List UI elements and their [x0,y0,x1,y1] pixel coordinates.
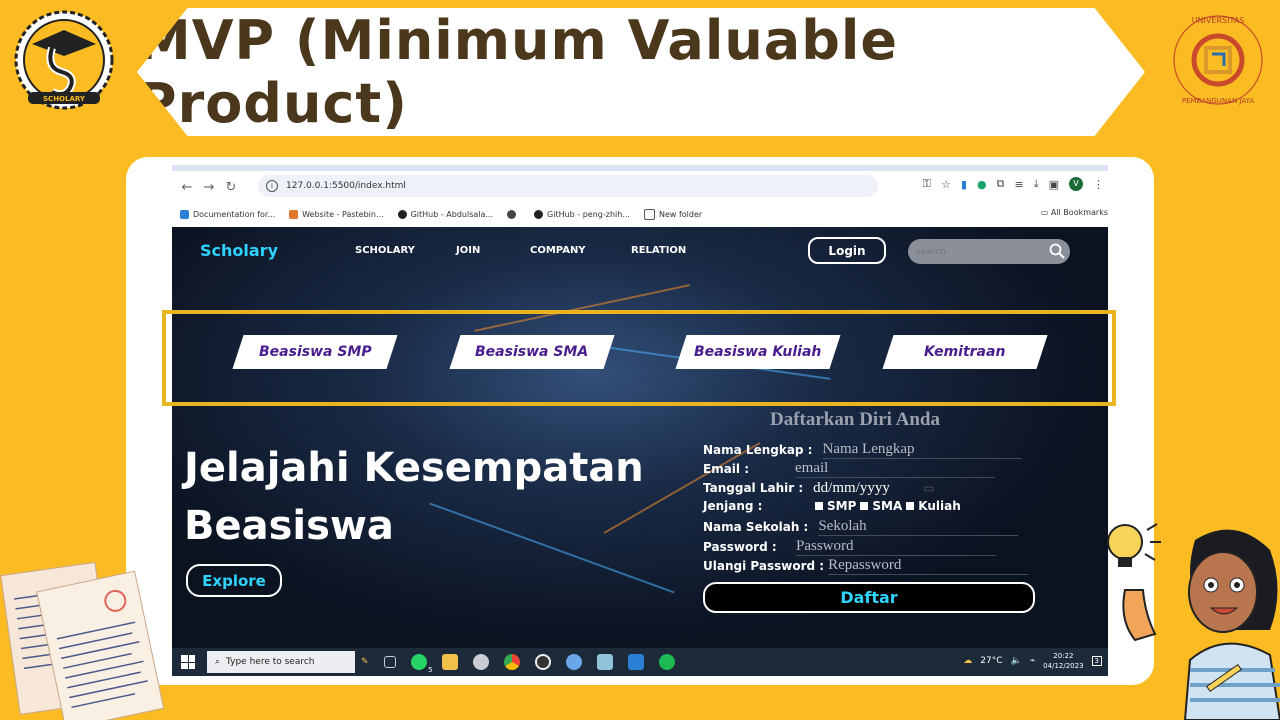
vscode-taskbar-icon[interactable] [627,654,644,670]
login-button[interactable]: Login [808,237,886,264]
email-field[interactable]: email [795,459,995,478]
system-tray: ☁ 27°C 🔈 ⌁ 20:22 04/12/2023 3 [963,651,1102,671]
github-icon [534,209,544,219]
tab-strip [172,165,1108,171]
daftar-button[interactable]: Daftar [703,582,1035,613]
weather-icon[interactable]: ☁ [963,656,972,666]
svg-text:PEMBANGUNAN JAYA: PEMBANGUNAN JAYA [1182,97,1254,105]
url-text: 127.0.0.1:5500/index.html [286,181,406,191]
bookmark-item[interactable]: Documentation for... [180,209,275,219]
bookmark-folder[interactable]: New folder [643,208,702,220]
extension-blue-icon[interactable]: ▮ [961,178,967,191]
download-icon[interactable]: ⤓ [1034,177,1039,191]
explore-button[interactable]: Explore [186,564,282,597]
form-row-name: Nama Lengkap : Nama Lengkap [703,440,1023,459]
windows-start-icon[interactable] [181,655,195,669]
paint-icon[interactable] [565,654,582,670]
form-row-email: Email : email [703,459,995,478]
notes-icon[interactable] [596,654,613,670]
nav-company[interactable]: COMPANY [530,245,586,256]
nav-join[interactable]: JOIN [456,245,480,256]
slide-title: MVP (Minimum Valuable Product) [137,9,899,135]
app-icon[interactable] [472,654,489,670]
globe-icon [507,209,517,219]
pastebin-icon [289,209,299,219]
form-row-repassword: Ulangi Password : Repassword [703,556,1029,575]
search-icon[interactable] [1048,242,1066,260]
vscode-icon [180,209,189,219]
bookmarks-bar: Documentation for... Website - Pastebin.… [172,203,1108,225]
school-field[interactable]: Sekolah [818,517,1019,536]
search-input[interactable] [914,245,1048,258]
github-icon [397,209,407,219]
checkbox-kuliah[interactable] [906,502,915,510]
extensions-puzzle-icon[interactable]: ⧉ [997,177,1005,191]
back-icon[interactable]: ← [176,180,198,195]
scholary-logo: SCHOLARY [14,10,114,110]
form-title: Daftarkan Diri Anda [770,409,940,430]
address-bar[interactable]: i 127.0.0.1:5500/index.html [258,175,878,197]
folder-icon [643,208,655,220]
windows-taskbar: ⌕ Type here to search ✎ 5 ☁ 27°C 🔈 ⌁ 20:… [172,648,1108,676]
checkbox-sma[interactable] [860,502,869,510]
bookmark-item[interactable]: Website - Pastebin... [289,209,384,219]
documents-illustration [0,561,165,720]
widgets-icon[interactable]: ✎ [361,657,369,667]
bookmark-item[interactable] [507,209,520,219]
browser-window: ← → ↻ i 127.0.0.1:5500/index.html ⚿ ☆ ▮ … [172,165,1108,676]
task-view-icon[interactable] [383,656,396,668]
media-icon[interactable]: ≡ [1015,178,1024,191]
form-row-school: Nama Sekolah : Sekolah [703,517,1019,536]
nav-scholary[interactable]: SCHOLARY [355,245,415,256]
site-search [908,239,1070,264]
spotify-icon[interactable] [658,654,675,670]
password-field[interactable]: Password [796,537,996,556]
volume-icon[interactable]: 🔈 [1011,656,1022,666]
media-player-icon[interactable] [534,654,551,670]
repassword-field[interactable]: Repassword [828,556,1029,575]
browser-toolbar-icons: ⚿ ☆ ▮ ● ⧉ ≡ ⤓ ▣ V ⋮ [923,177,1104,191]
highlight-frame [162,310,1116,406]
bookmark-star-icon[interactable]: ☆ [941,178,951,191]
site-brand[interactable]: Scholary [200,241,278,260]
side-panel-icon[interactable]: ▣ [1049,178,1059,191]
nav-relation[interactable]: RELATION [631,245,686,256]
form-row-level: Jenjang : SMP SMA Kuliah [703,499,961,513]
girl-idea-illustration [1107,523,1280,720]
all-bookmarks[interactable]: ▭ All Bookmarks [1041,208,1108,217]
file-explorer-icon[interactable] [441,654,458,670]
search-icon: ⌕ [215,657,221,667]
dob-field[interactable]: dd/mm/yyyy [813,479,923,497]
site-info-icon[interactable]: i [266,180,278,192]
taskbar-search[interactable]: ⌕ Type here to search [207,651,355,673]
university-logo: UNIVERSITAS PEMBANGUNAN JAYA [1173,15,1263,105]
key-icon[interactable]: ⚿ [923,177,931,191]
slide-title-banner: MVP (Minimum Valuable Product) [137,8,1145,136]
svg-text:SCHOLARY: SCHOLARY [43,95,86,103]
profile-avatar[interactable]: V [1069,177,1083,191]
browser-chrome: ← → ↻ i 127.0.0.1:5500/index.html ⚿ ☆ ▮ … [172,165,1108,227]
weather-temp[interactable]: 27°C [980,656,1002,666]
reload-icon[interactable]: ↻ [220,180,242,195]
bookmark-item[interactable]: GitHub - Abdulsala... [397,209,493,219]
extension-green-icon[interactable]: ● [977,178,987,191]
website-viewport: Scholary SCHOLARY JOIN COMPANY RELATION … [172,227,1108,648]
checkbox-smp[interactable] [815,502,823,510]
network-icon[interactable]: ⌁ [1030,656,1035,666]
menu-icon[interactable]: ⋮ [1093,178,1104,191]
form-row-password: Password : Password [703,537,996,556]
svg-text:UNIVERSITAS: UNIVERSITAS [1192,16,1245,25]
name-field[interactable]: Nama Lengkap [822,440,1023,459]
calendar-icon[interactable]: ▭ [923,481,934,495]
hero-heading: Jelajahi Kesempatan Beasiswa [184,445,644,549]
taskbar-clock[interactable]: 20:22 04/12/2023 [1043,651,1083,671]
bookmark-item[interactable]: GitHub - peng-zhih... [534,209,630,219]
chrome-icon[interactable] [503,654,520,670]
whatsapp-icon[interactable]: 5 [410,654,433,674]
forward-icon[interactable]: → [198,180,220,195]
form-row-dob: Tanggal Lahir : dd/mm/yyyy ▭ [703,479,935,497]
address-row: ← → ↻ i 127.0.0.1:5500/index.html ⚿ ☆ ▮ … [172,173,1108,201]
